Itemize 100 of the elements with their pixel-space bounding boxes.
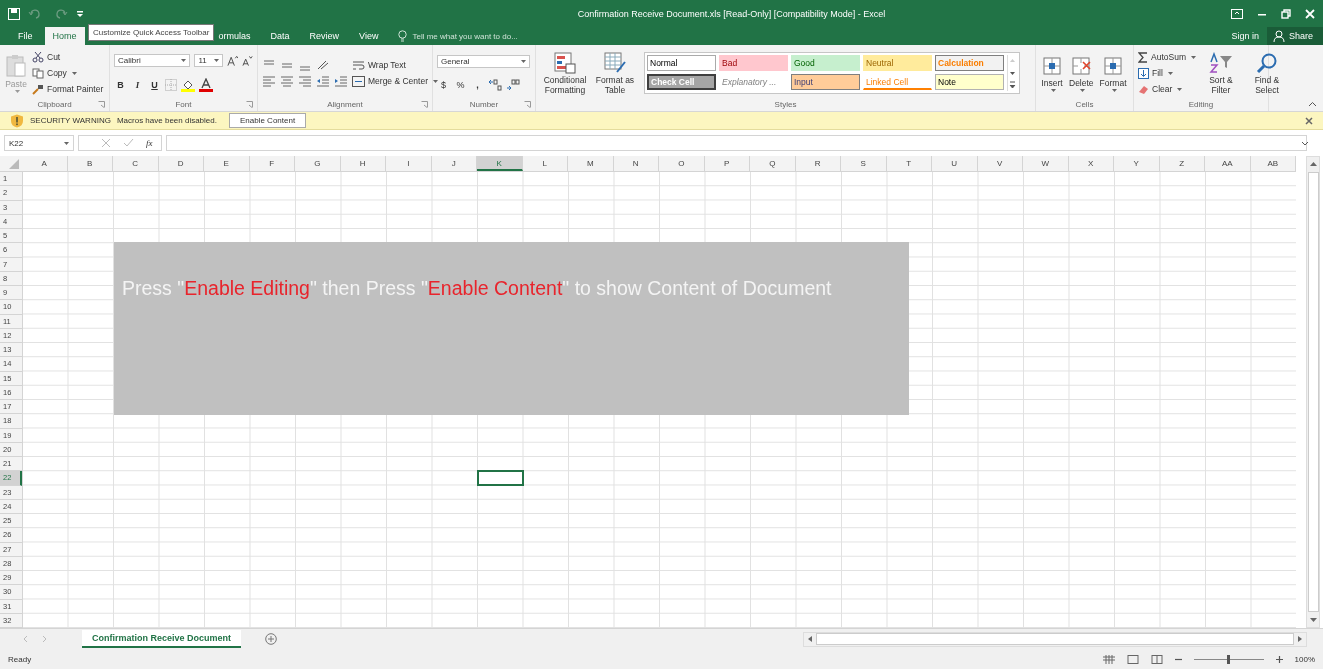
currency-button[interactable]: $ (437, 80, 450, 91)
cells-button[interactable]: Delete (1068, 54, 1095, 92)
column-header[interactable]: Y (1114, 156, 1160, 171)
copy-button[interactable]: Copy (32, 66, 104, 80)
column-header[interactable]: V (977, 156, 1023, 171)
column-header[interactable]: O (659, 156, 705, 171)
ribbon-tab[interactable]: File (10, 27, 41, 45)
decrease-decimal-icon[interactable] (506, 79, 520, 92)
scroll-left-icon[interactable] (806, 635, 814, 643)
cells-button[interactable]: Insert (1040, 54, 1064, 92)
increase-decimal-icon[interactable] (488, 79, 502, 92)
save-icon[interactable] (8, 7, 20, 20)
scroll-right-icon[interactable] (1296, 635, 1304, 643)
number-format-dropdown[interactable]: General (437, 54, 530, 68)
name-box[interactable]: K22 (4, 135, 74, 151)
bold-button[interactable]: B (114, 79, 127, 90)
dialog-launcher-icon[interactable] (524, 101, 531, 108)
column-header[interactable]: Z (1159, 156, 1205, 171)
tell-me-field[interactable]: Tell me what you want to do... (412, 31, 553, 41)
zoom-thumb[interactable] (1227, 654, 1231, 664)
find-select-button[interactable]: Find & Select (1245, 51, 1288, 95)
autosum-button[interactable]: AutoSum (1138, 50, 1196, 64)
enable-content-button[interactable]: Enable Content (228, 113, 307, 128)
column-header[interactable]: R (795, 156, 841, 171)
column-header[interactable]: H (340, 156, 386, 171)
column-header[interactable]: Q (750, 156, 796, 171)
column-header[interactable]: E (204, 156, 250, 171)
column-header[interactable]: S (841, 156, 887, 171)
normal-view-icon[interactable] (1102, 654, 1115, 664)
column-header[interactable]: T (886, 156, 932, 171)
italic-button[interactable]: I (131, 79, 144, 90)
clear-button[interactable]: Clear (1138, 82, 1196, 96)
zoom-in-icon[interactable] (1275, 655, 1283, 663)
font-family-dropdown[interactable]: Calibri (114, 54, 191, 68)
sign-in-link[interactable]: Sign in (1223, 31, 1267, 41)
column-header[interactable]: G (295, 156, 341, 171)
page-layout-icon[interactable] (1126, 654, 1139, 664)
sheet-tab[interactable]: Confirmation Receive Document (82, 630, 242, 648)
sort-filter-button[interactable]: Sort & Filter (1199, 51, 1242, 95)
dialog-launcher-icon[interactable] (246, 101, 253, 108)
formula-input[interactable] (165, 135, 1307, 151)
decrease-font-icon[interactable] (241, 54, 253, 67)
column-header[interactable]: I (386, 156, 432, 171)
conditional-formatting-button[interactable]: Conditional Formatting (540, 51, 590, 95)
cell-style-swatch[interactable]: Good (791, 55, 860, 71)
column-header[interactable]: N (613, 156, 659, 171)
scroll-up-icon[interactable] (1308, 160, 1318, 168)
underline-button[interactable]: U (148, 79, 161, 90)
ribbon-display-icon[interactable] (1231, 8, 1243, 19)
restore-icon[interactable] (1281, 8, 1291, 19)
column-header[interactable]: P (704, 156, 750, 171)
selected-cell[interactable] (477, 470, 524, 486)
font-size-dropdown[interactable]: 11 (194, 54, 223, 68)
scroll-down-icon[interactable] (1308, 616, 1318, 624)
column-header[interactable]: B (67, 156, 113, 171)
font-color-icon[interactable] (199, 77, 213, 92)
horizontal-scrollbar[interactable] (803, 631, 1307, 647)
cut-button[interactable]: Cut (32, 50, 104, 64)
format-as-table-button[interactable]: Format as Table (594, 51, 636, 95)
column-header[interactable]: C (113, 156, 159, 171)
zoom-level[interactable]: 100% (1294, 654, 1315, 664)
decrease-indent-icon[interactable] (316, 74, 330, 88)
customize-dropdown-icon[interactable] (76, 8, 84, 19)
cell-style-swatch[interactable]: Input (791, 74, 860, 90)
fill-button[interactable]: Fill (1138, 66, 1196, 80)
share-button[interactable]: Share (1266, 27, 1323, 45)
dialog-launcher-icon[interactable] (98, 101, 105, 108)
column-header[interactable]: L (522, 156, 568, 171)
cells-button[interactable]: Format (1098, 54, 1128, 92)
expand-icon[interactable] (1301, 140, 1309, 146)
page-break-icon[interactable] (1150, 654, 1163, 664)
ribbon-tab[interactable]: View (351, 27, 387, 45)
dialog-launcher-icon[interactable] (421, 101, 428, 108)
column-header[interactable]: U (932, 156, 978, 171)
increase-indent-icon[interactable] (334, 74, 348, 88)
check-icon[interactable] (123, 138, 134, 148)
column-header[interactable]: AA (1205, 156, 1251, 171)
merge-center-button[interactable]: Merge & Center (352, 74, 438, 88)
column-header[interactable]: A (22, 156, 68, 171)
wrap-text-button[interactable]: Wrap Text (352, 58, 438, 72)
cell-style-swatch[interactable]: Normal (647, 55, 716, 71)
format-painter-button[interactable]: Format Painter (32, 82, 104, 96)
cell-style-swatch[interactable]: Bad (719, 55, 788, 71)
cell-style-swatch[interactable]: Neutral (863, 55, 932, 71)
cell-style-swatch[interactable]: Note (935, 74, 1004, 90)
column-header[interactable]: X (1068, 156, 1114, 171)
vertical-scrollbar[interactable] (1306, 156, 1320, 628)
percent-button[interactable]: % (454, 80, 467, 91)
more-styles-icon[interactable] (1008, 79, 1017, 91)
ribbon-tab[interactable]: Data (262, 27, 298, 45)
column-header[interactable]: F (249, 156, 295, 171)
ribbon-tab[interactable]: Review (301, 27, 348, 45)
cell-style-swatch[interactable]: Explanatory ... (719, 74, 788, 90)
column-header[interactable]: K (477, 156, 523, 171)
collapse-ribbon-icon[interactable] (1308, 101, 1317, 107)
insert-function-button[interactable]: fx (146, 138, 153, 148)
ribbon-tab[interactable]: Home (44, 27, 85, 45)
increase-font-icon[interactable] (226, 54, 238, 67)
comma-button[interactable]: , (471, 80, 484, 91)
column-header[interactable]: M (568, 156, 614, 171)
